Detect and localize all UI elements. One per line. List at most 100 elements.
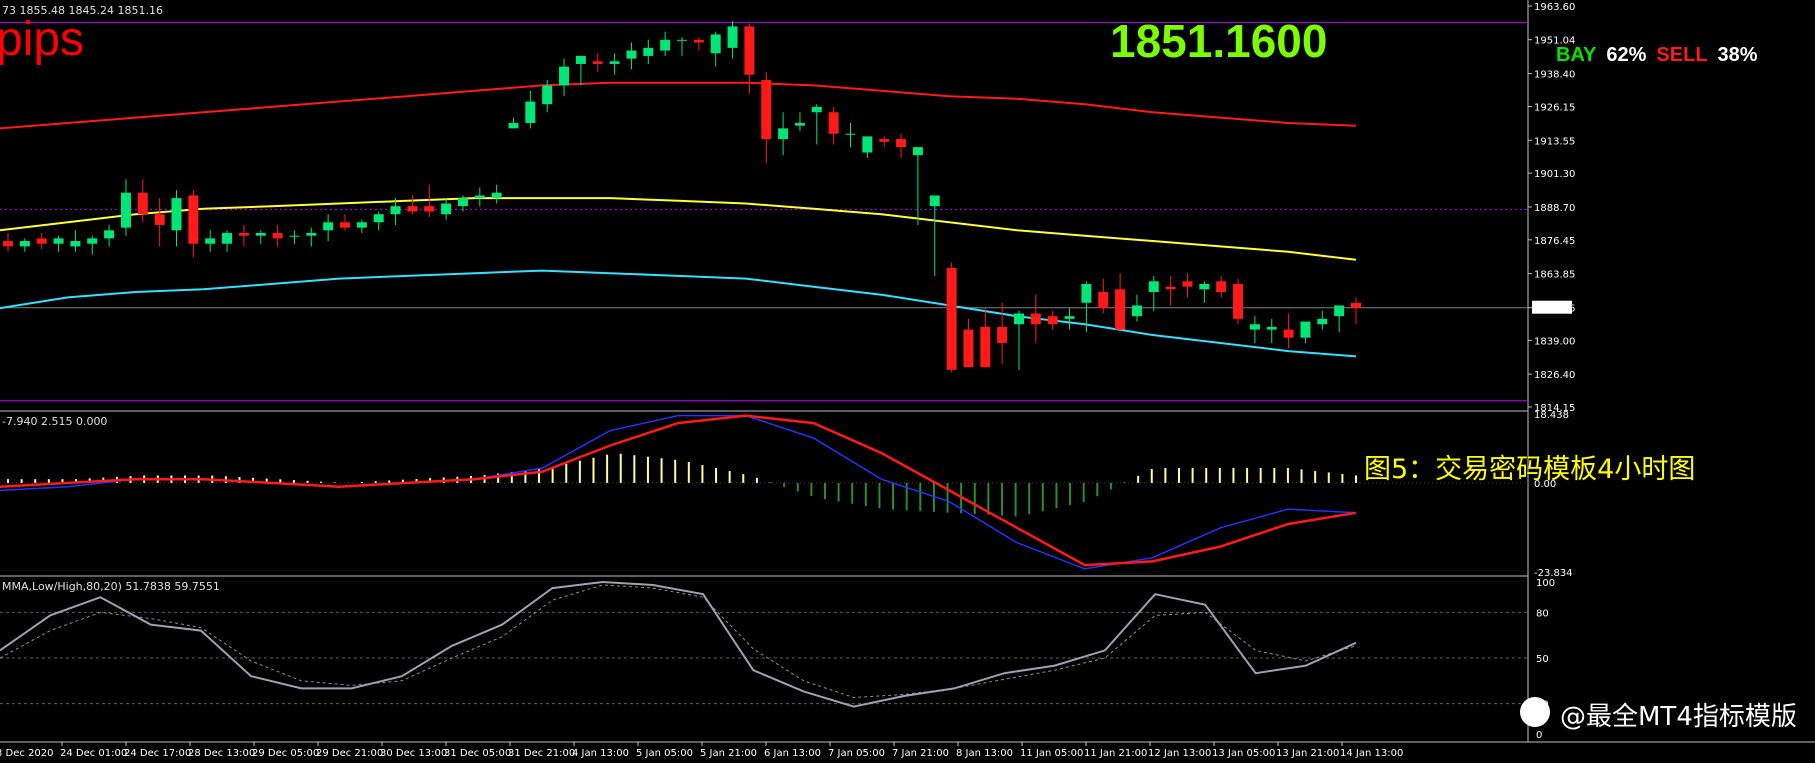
candle-body [677, 39, 687, 41]
time-tick-label: 24 Dec 17:00 [124, 748, 191, 759]
time-axis: 3 Dec 2020 24 Dec 01:0024 Dec 17:0028 Dec… [0, 742, 1403, 759]
candle-body [811, 106, 822, 113]
time-tick-label: 12 Jan 13:00 [1148, 748, 1211, 759]
candle-body [289, 235, 300, 237]
candle-body [1351, 302, 1361, 309]
candle-body [542, 85, 553, 105]
candle-body [744, 26, 755, 75]
time-tick-label: 31 Dec 05:00 [444, 748, 511, 759]
price-tick-label: 1851.16 [1534, 304, 1575, 315]
candle-body [356, 222, 367, 228]
time-tick-label: 7 Jan 21:00 [892, 748, 949, 759]
candle-body [660, 39, 671, 51]
trading-chart[interactable]: 18.4380.00-23.834 1008050200 1963.601951… [0, 0, 1815, 763]
candle-body [626, 50, 637, 59]
candle-body [53, 238, 64, 244]
stoch-tick-label: 100 [1536, 578, 1555, 589]
candle-body [238, 232, 249, 236]
candle-body [1115, 289, 1126, 330]
candle-body [929, 195, 940, 207]
candle-body [19, 241, 30, 247]
candle-body [896, 139, 907, 148]
candle-body [407, 206, 418, 212]
candle-body [1233, 283, 1244, 319]
stoch-signal-line [0, 584, 1357, 699]
time-tick-label: 14 Jan 13:00 [1340, 748, 1403, 759]
bollinger-bands [0, 81, 1357, 358]
candle-body [491, 192, 502, 199]
time-tick-label: 31 Dec 21:00 [508, 748, 575, 759]
candle-body [1165, 286, 1176, 290]
candle-body [373, 214, 384, 223]
bay-label: BAY [1556, 44, 1597, 66]
stoch-tick-label: 0 [1536, 730, 1542, 741]
time-tick-label: 6 Jan 13:00 [764, 748, 821, 759]
watermark-logo-icon [1520, 697, 1550, 727]
candle-body [963, 329, 974, 368]
price-tick-label: 1913.55 [1534, 136, 1575, 147]
candle-body [525, 101, 536, 123]
candle-body [171, 198, 182, 231]
price-tick-label: 1839.00 [1534, 336, 1575, 347]
time-tick-label: 30 Dec 13:00 [380, 748, 447, 759]
candle-body [1249, 324, 1260, 330]
candle-body [222, 232, 233, 244]
macd-panel: 18.4380.00-23.834 [0, 410, 1573, 579]
candle-body [1014, 313, 1024, 325]
candle-body [441, 203, 452, 215]
candle-body [205, 238, 216, 244]
candle-body [474, 195, 485, 199]
sell-value: 38% [1717, 44, 1758, 66]
macd-info-line: -7.940 2.515 0.000 [2, 415, 108, 428]
price-tick-label: 1814.15 [1534, 403, 1575, 414]
candle-body [980, 326, 991, 368]
candle-body [879, 139, 890, 142]
time-tick-label: 8 Jan 13:00 [956, 748, 1013, 759]
candle-body [36, 238, 47, 244]
price-tick-label: 1863.85 [1534, 270, 1575, 281]
time-tick-label: 4 Jan 13:00 [572, 748, 629, 759]
price-tick-label: 1926.15 [1534, 102, 1575, 113]
candle-body [828, 112, 839, 134]
candle-body [727, 26, 738, 48]
candle-body [761, 80, 772, 140]
candle-body [87, 238, 98, 244]
stoch-tick-label: 50 [1536, 654, 1549, 665]
candle-body [794, 122, 805, 126]
candle-body [306, 232, 317, 236]
candle-body [1199, 283, 1210, 290]
candle-body [1047, 316, 1058, 325]
candle-body [457, 198, 468, 207]
price-tick-label: 1876.45 [1534, 236, 1575, 247]
candle-body [609, 61, 620, 64]
candle-body [1131, 305, 1142, 317]
figure-caption: 图5：交易密码模板4小时图 [1364, 454, 1696, 485]
candle-body [1334, 305, 1345, 317]
candle-body [778, 128, 789, 140]
candle-body [104, 230, 115, 239]
time-tick-label: 5 Jan 21:00 [700, 748, 757, 759]
candle-body [137, 192, 148, 215]
candle-body [710, 34, 721, 54]
candle-body [575, 55, 586, 64]
candle-body [255, 232, 266, 236]
candle-body [559, 66, 570, 86]
candle-body [643, 47, 654, 56]
bay-value: 62% [1606, 44, 1647, 66]
candle-body [862, 136, 873, 153]
candle-body [997, 326, 1008, 344]
pips-label: pips [0, 13, 85, 66]
candle-body [272, 232, 283, 239]
candle-body [1081, 283, 1092, 303]
candle-body [1216, 281, 1227, 293]
stochastic-panel: 1008050200 [0, 578, 1555, 741]
candle-body [70, 241, 81, 247]
candle-body [592, 61, 603, 64]
candle-body [1030, 313, 1041, 325]
price-tick-label: 1888.70 [1534, 203, 1575, 214]
price-tick-label: 1938.40 [1534, 70, 1575, 81]
candle-body [1283, 329, 1294, 338]
time-tick-label: 28 Dec 13:00 [188, 748, 255, 759]
time-tick-label: 3 Dec 2020 [0, 748, 54, 759]
candlestick-series[interactable] [3, 21, 1361, 373]
